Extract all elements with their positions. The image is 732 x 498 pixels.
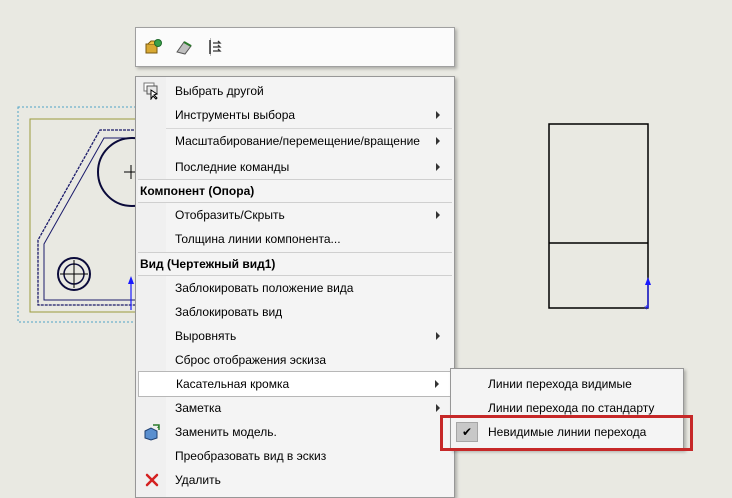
submenu-arrow-icon [436,163,440,171]
menu-label: Заметка [175,401,222,415]
right-view-outline [548,123,649,309]
submenu-arrow-icon [436,404,440,412]
menu-item-selection-tools[interactable]: Инструменты выбора [138,103,452,127]
menu-label: Преобразовать вид в эскиз [175,449,327,463]
section-header-component: Компонент (Опора) [138,179,452,203]
submenu-label: Линии перехода видимые [488,377,632,391]
menu-item-show-hide[interactable]: Отобразить/Скрыть [138,203,452,227]
submenu-arrow-icon [435,380,439,388]
menu-item-convert-view-to-sketch[interactable]: Преобразовать вид в эскиз [138,444,452,468]
menu-label: Заменить модель. [175,425,277,439]
axis-y-left-arrow [128,276,134,284]
menu-item-align[interactable]: Выровнять [138,324,452,348]
origin-marker: * [644,304,649,315]
menu-label: Сброс отображения эскиза [175,353,327,367]
hide-show-icon[interactable] [174,37,194,57]
menu-item-lock-view-position[interactable]: Заблокировать положение вида [138,276,452,300]
menu-label: Толщина линии компонента... [175,232,341,246]
menu-item-select-other[interactable]: Выбрать другой [138,79,452,103]
submenu-arrow-icon [436,111,440,119]
submenu-label: Линии перехода по стандарту [488,401,655,415]
menu-item-zoom-pan-rotate[interactable]: Масштабирование/перемещение/вращение [138,129,452,153]
menu-label: Инструменты выбора [175,108,296,122]
menu-item-reset-sketch-display[interactable]: Сброс отображения эскиза [138,348,452,372]
view-boundary [29,118,139,313]
menu-label: Удалить [175,473,221,487]
delete-icon [138,468,166,492]
mini-toolbar [135,27,455,67]
rebuild-icon[interactable] [206,37,226,57]
submenu-arrow-icon [436,332,440,340]
replace-model-icon [138,420,166,444]
axis-y-right-arrow [645,277,651,285]
menu-item-delete[interactable]: Удалить [138,468,452,492]
menu-item-component-line-thickness[interactable]: Толщина линии компонента... [138,227,452,251]
section-header-view: Вид (Чертежный вид1) [138,252,452,276]
menu-label: Заблокировать положение вида [175,281,354,295]
context-menu: Выбрать другой Инструменты выбора Масшта… [135,76,455,498]
open-part-icon[interactable] [144,37,164,57]
annotation-highlight-box [440,415,693,451]
menu-item-tangent-edge[interactable]: Касательная кромка [138,371,452,397]
menu-label: Выровнять [175,329,237,343]
menu-label: Отобразить/Скрыть [175,208,285,222]
part-outline [37,129,138,306]
submenu-item-tangent-edges-visible[interactable]: Линии перехода видимые [453,372,681,396]
submenu-arrow-icon [436,137,440,145]
menu-label: Касательная кромка [176,377,290,391]
select-other-icon [138,79,166,103]
menu-label: Масштабирование/перемещение/вращение [175,134,420,148]
menu-item-lock-view[interactable]: Заблокировать вид [138,300,452,324]
menu-label: Последние команды [175,160,290,174]
menu-item-replace-model[interactable]: Заменить модель. [138,420,452,444]
menu-label: Выбрать другой [175,84,264,98]
menu-item-note[interactable]: Заметка [138,396,452,420]
submenu-arrow-icon [436,211,440,219]
menu-label: Заблокировать вид [175,305,283,319]
menu-item-recent-commands[interactable]: Последние команды [138,155,452,179]
